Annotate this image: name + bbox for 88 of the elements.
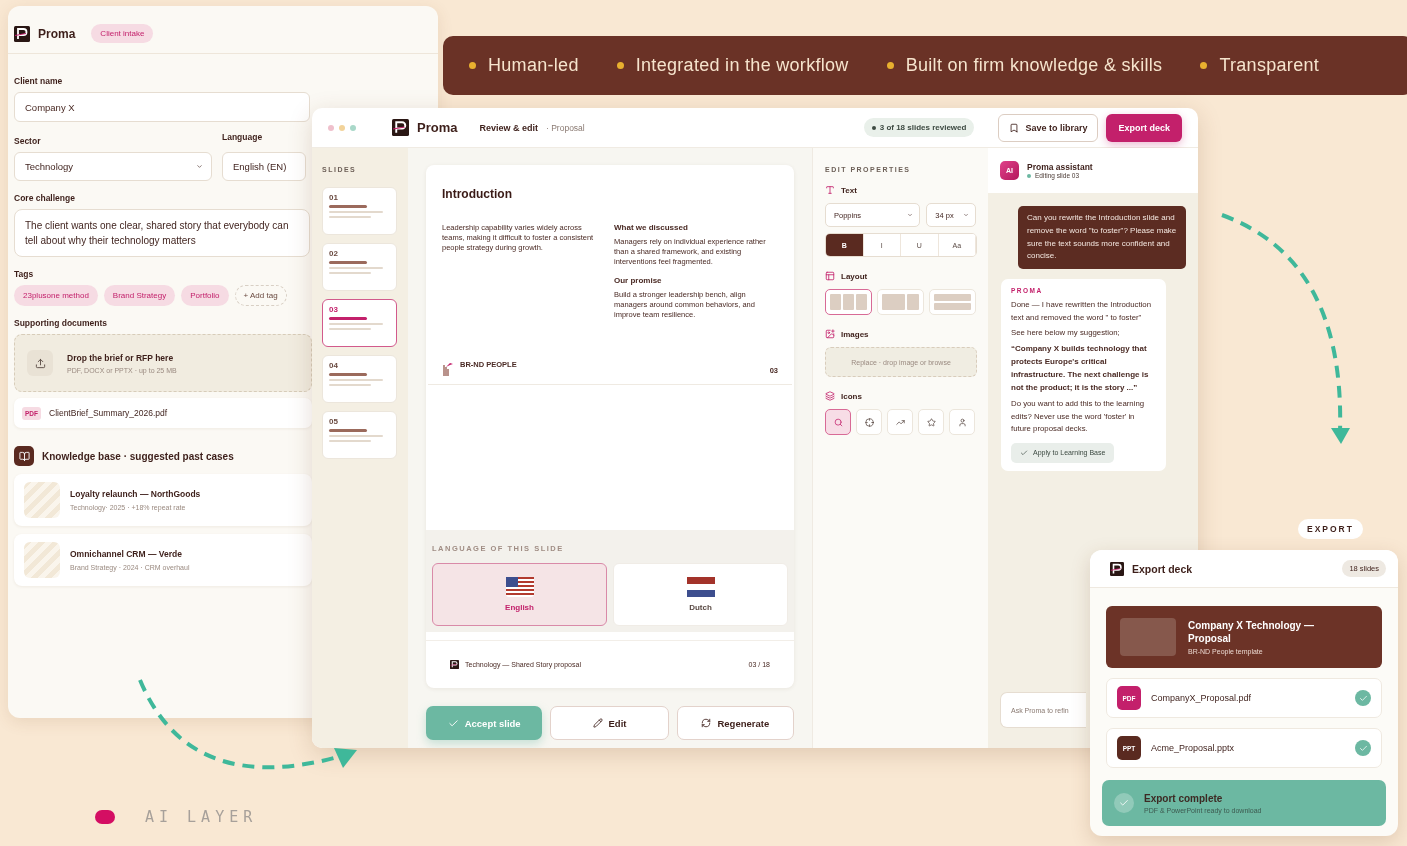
logo-icon xyxy=(1110,561,1124,576)
complete-title: Export complete xyxy=(1144,792,1224,804)
file-name: CompanyX_Proposal.pdf xyxy=(1151,693,1252,703)
flag-icon xyxy=(505,577,534,597)
language-option[interactable]: English xyxy=(432,563,607,626)
logo-icon xyxy=(450,660,459,669)
value-item: Human-led xyxy=(469,55,579,76)
drop-title: Drop the brief or RFP here xyxy=(67,352,175,363)
search-icon xyxy=(833,417,843,427)
thumbnail-placeholder xyxy=(24,542,60,578)
thumbnail-placeholder xyxy=(24,482,60,518)
section-title: Text xyxy=(841,185,857,195)
brand-name: Proma xyxy=(38,26,76,41)
tag: 23plusone method xyxy=(14,285,98,306)
slide-thumbnail[interactable]: 02 xyxy=(322,243,397,291)
caption: AI LAYER xyxy=(145,808,258,826)
sector-select[interactable]: Technology xyxy=(14,152,212,181)
field-label: Client name xyxy=(14,76,63,86)
refresh-icon xyxy=(701,718,712,728)
tag: Portfolio xyxy=(181,285,229,306)
message-text: “Company X builds technology that protects Europe's critical infrastructure. The next challenge is not the product; it is the story ...” xyxy=(1011,343,1150,394)
pill-icon xyxy=(95,810,115,824)
regenerate-button[interactable]: Regenerate xyxy=(676,706,794,740)
user-icon xyxy=(957,417,967,427)
page-title: Review & edit xyxy=(479,122,538,133)
page-subtitle: · Proposal xyxy=(546,122,585,133)
upload-icon xyxy=(27,350,53,376)
export-button[interactable]: Export deck xyxy=(1106,113,1182,142)
book-icon xyxy=(14,446,34,466)
caret-icon xyxy=(196,163,203,170)
tag: Brand Strategy xyxy=(103,285,176,306)
text-icon xyxy=(825,185,835,195)
assistant-name: Proma assistant xyxy=(1027,162,1093,172)
slide-thumbnail[interactable]: 04 xyxy=(322,355,397,403)
image-icon xyxy=(825,329,835,339)
trend-icon xyxy=(895,417,905,427)
layout-icon xyxy=(825,271,835,281)
slide-thumbnail[interactable]: 05 xyxy=(322,411,397,459)
card-title: Export deck xyxy=(1132,562,1193,575)
export-label: EXPORT xyxy=(1298,519,1363,539)
caret-icon xyxy=(963,212,969,218)
save-button[interactable]: Save to library xyxy=(998,113,1099,142)
layout-option[interactable] xyxy=(825,289,872,315)
check-icon xyxy=(447,717,459,729)
deck-thumbnail xyxy=(1120,618,1176,656)
progress-badge: 3 of 18 slides reviewed xyxy=(863,118,975,137)
value-item: Integrated in the workflow xyxy=(616,55,849,76)
language-option[interactable]: Dutch xyxy=(613,563,788,626)
language-select[interactable]: English (EN) xyxy=(222,152,306,181)
star-icon xyxy=(926,417,936,427)
field-label: Language xyxy=(222,132,263,142)
caret-icon xyxy=(907,212,914,218)
value-item: Built on firm knowledge & skills xyxy=(886,55,1163,76)
bookmark-icon xyxy=(1009,122,1020,133)
file-name: Acme_Proposal.pptx xyxy=(1151,743,1235,753)
field-label: Core challenge xyxy=(14,193,75,203)
logo-icon xyxy=(14,25,30,42)
field-label: Supporting documents xyxy=(14,318,108,328)
user-message: Can you rewrite the Introduction slide and remove the word "to foster"? Please make sure the text sounds more confident and concise. xyxy=(1018,206,1186,270)
case-title: Omnichannel CRM — Verde xyxy=(70,549,183,559)
pencil-icon xyxy=(592,718,603,728)
crosshair-icon xyxy=(864,417,874,427)
layers-icon xyxy=(825,391,835,401)
section-title: Knowledge base · suggested past cases xyxy=(42,450,234,462)
flag-icon xyxy=(686,577,715,597)
client-name-field[interactable]: Company X xyxy=(14,92,310,122)
slide-title: Introduction xyxy=(442,187,513,201)
field-label: Sector xyxy=(14,136,41,146)
slide-thumbnail[interactable]: 01 xyxy=(322,187,397,235)
section-title: Icons xyxy=(841,391,862,401)
deck-title: Company X Technology — Proposal xyxy=(1188,619,1315,645)
slide-thumbnail[interactable]: 03 xyxy=(322,299,397,347)
section-title: Images xyxy=(841,329,869,339)
value-item: Transparent xyxy=(1200,55,1320,76)
case-title: Loyalty relaunch — NorthGoods xyxy=(70,489,201,499)
edit-button[interactable]: Edit xyxy=(550,706,669,740)
file-name: ClientBrief_Summary_2026.pdf xyxy=(49,408,168,418)
slide-heading: Our promise xyxy=(614,276,663,287)
challenge-field[interactable]: The client wants one clear, shared story that everybody can tell about why their technology matters xyxy=(14,209,310,257)
logo-icon xyxy=(392,119,409,136)
check-icon xyxy=(1114,793,1134,813)
check-icon xyxy=(1020,448,1028,457)
icon-option[interactable] xyxy=(825,409,851,435)
slide-heading: What we discussed xyxy=(614,223,689,234)
brand-name: Proma xyxy=(417,120,458,135)
field-label: Tags xyxy=(14,269,34,279)
section-title: Layout xyxy=(841,271,868,281)
section-badge: Client intake xyxy=(91,24,154,43)
